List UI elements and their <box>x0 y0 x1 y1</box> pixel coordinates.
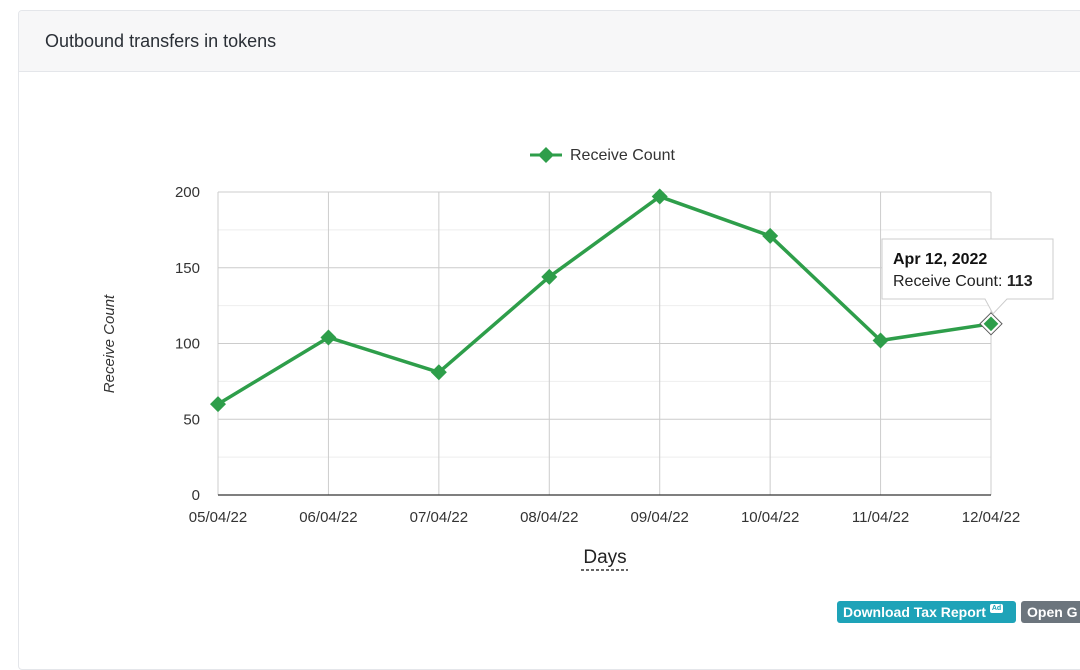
x-tick-label: 10/04/22 <box>741 509 799 526</box>
series-line <box>217 194 992 406</box>
x-tick-label: 06/04/22 <box>299 509 357 526</box>
tooltip-date: Apr 12, 2022 <box>893 251 987 268</box>
download-tax-report-button[interactable]: Download Tax Report Ad <box>837 601 1016 623</box>
x-tick-label: 07/04/22 <box>410 509 468 526</box>
tooltip-value-line: Receive Count: 113 <box>893 273 1033 290</box>
y-tick-label: 0 <box>192 487 200 504</box>
x-tick-label: 05/04/22 <box>189 509 247 526</box>
y-tick-label: 50 <box>183 411 200 428</box>
x-axis-title: Days <box>583 547 626 568</box>
tooltip-series-name: Receive Count: <box>893 273 1007 290</box>
y-axis-title: Receive Count <box>101 294 118 393</box>
download-tax-report-label: Download Tax Report <box>843 604 986 620</box>
y-tick-label: 100 <box>175 336 200 353</box>
legend-label: Receive Count <box>570 147 676 164</box>
ad-badge: Ad <box>989 603 1004 613</box>
line-chart: 0 50 100 150 200 05/04/22 06/04/22 07/04/22 08/0… <box>101 147 1054 571</box>
open-button[interactable]: Open G <box>1021 601 1080 623</box>
y-tick-label: 150 <box>175 260 200 277</box>
y-tick-label: 200 <box>175 184 200 201</box>
data-point <box>210 396 226 413</box>
x-tick-label: 08/04/22 <box>520 509 578 526</box>
x-tick-label: 12/04/22 <box>962 509 1020 526</box>
open-button-label: Open G <box>1027 604 1078 620</box>
tooltip-value: 113 <box>1007 273 1033 290</box>
legend-marker <box>538 147 554 163</box>
x-tick-label: 09/04/22 <box>631 509 689 526</box>
x-tick-label: 11/04/22 <box>852 509 909 526</box>
